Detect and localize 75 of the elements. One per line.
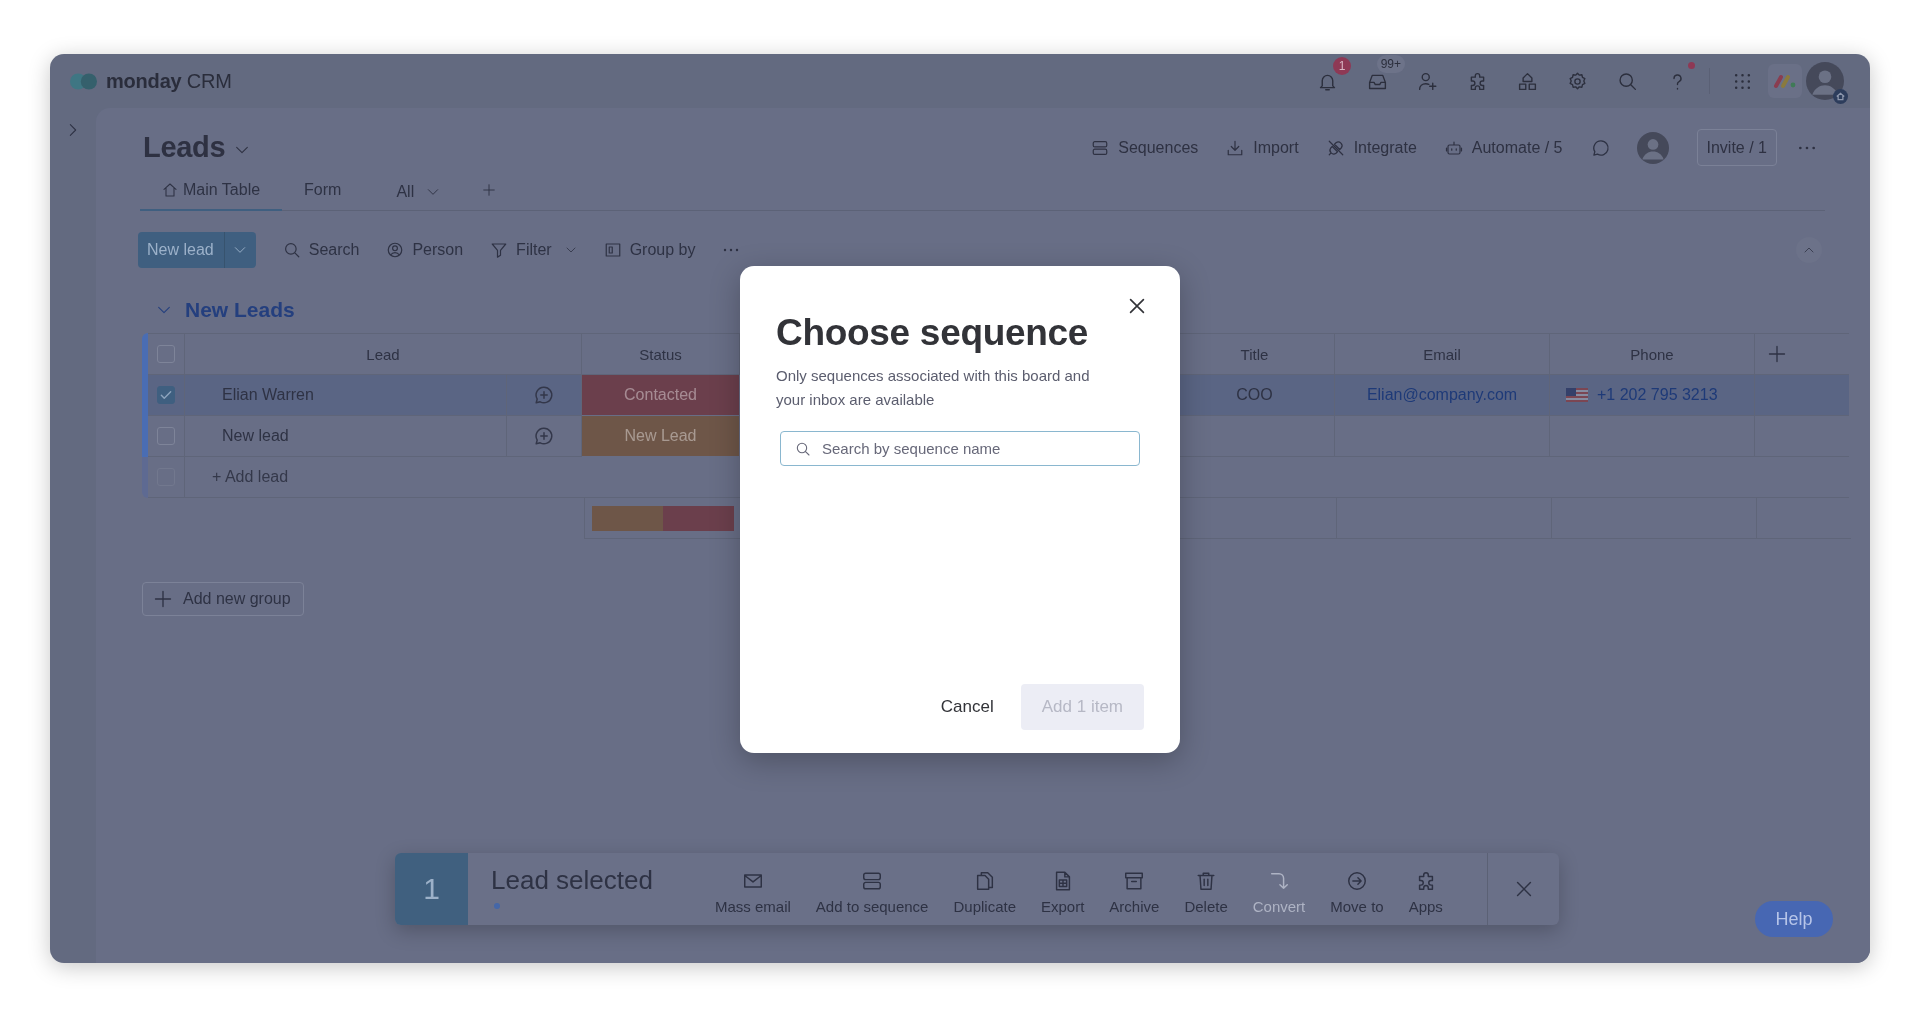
download-icon	[1226, 138, 1245, 157]
plug-icon	[1326, 138, 1345, 157]
status-summary-segment	[663, 505, 734, 531]
table-cell[interactable]: Elian Warren	[185, 375, 507, 416]
help-button[interactable]: Help	[1755, 901, 1833, 937]
status-label[interactable]: Contacted	[582, 375, 740, 416]
group-title[interactable]: New Leads	[185, 297, 295, 322]
search-icon	[795, 441, 811, 457]
view-dropdown[interactable]: All	[396, 170, 441, 210]
logo-mark-icon	[70, 72, 97, 90]
mass-email-button[interactable]: Mass email	[715, 863, 791, 915]
modal-title: Choose sequence	[776, 311, 1090, 355]
integrate-button[interactable]: Integrate	[1326, 138, 1417, 157]
logo-icon[interactable]	[1768, 64, 1802, 98]
table-cell[interactable]: New lead	[185, 416, 507, 457]
chat-bubble-icon[interactable]	[1590, 137, 1611, 158]
search-field[interactable]: Search by sequence name	[780, 431, 1140, 466]
export-button[interactable]: Export	[1041, 863, 1085, 915]
status-label[interactable]: New Lead	[582, 416, 740, 457]
modal-description: Only sequences associated with this board and your inbox are available	[776, 366, 1091, 410]
stacked-rows-icon	[1091, 138, 1110, 157]
product-logo-text: monday CRM	[106, 69, 232, 93]
dot-icon	[494, 903, 500, 909]
invite-button[interactable]: Invite / 1	[1696, 129, 1777, 166]
move-to-button[interactable]: Move to	[1330, 863, 1384, 915]
add-comment-icon[interactable]	[533, 425, 555, 447]
new-lead-button[interactable]: New lead	[138, 232, 224, 268]
group-by-button[interactable]: Group by	[603, 241, 696, 259]
search-button[interactable]: Search	[282, 241, 360, 259]
flag-icon	[1566, 388, 1588, 402]
add-comment-icon[interactable]	[533, 384, 555, 406]
plus-icon[interactable]	[482, 183, 497, 197]
plus-icon[interactable]	[1767, 344, 1787, 364]
stacked-rows-icon	[861, 869, 884, 892]
notification-badge: 99+	[1376, 55, 1405, 73]
shapes-icon[interactable]	[1516, 70, 1538, 92]
checkmark-icon	[159, 388, 173, 402]
status-summary-segment	[592, 505, 663, 531]
layout-icon	[603, 241, 622, 259]
user-avatar[interactable]	[1636, 131, 1669, 164]
add-to-sequence-button[interactable]: Add to sequence	[815, 863, 929, 915]
settings-icon[interactable]	[1566, 70, 1588, 92]
apps-button[interactable]: Apps	[1408, 863, 1443, 915]
delete-button[interactable]: Delete	[1184, 863, 1228, 915]
sequences-button[interactable]: Sequences	[1091, 138, 1199, 157]
add-lead-field[interactable]: + Add lead	[212, 465, 572, 489]
cancel-button[interactable]: Cancel	[924, 684, 1010, 730]
board-title[interactable]: Leads	[143, 131, 226, 164]
filter-icon	[490, 241, 509, 259]
search-icon	[282, 241, 301, 259]
new-lead-dropdown-button[interactable]	[223, 232, 256, 268]
selection-count: 1	[395, 853, 468, 925]
selection-label: Lead selected	[491, 865, 653, 895]
archive-button[interactable]: Archive	[1109, 863, 1160, 915]
search-icon[interactable]	[1616, 70, 1638, 92]
row-checkbox[interactable]	[157, 386, 175, 404]
notification-badge: 1	[1333, 57, 1351, 75]
archive-icon	[1123, 869, 1146, 892]
user-avatar[interactable]	[1806, 62, 1844, 100]
home-icon	[162, 181, 178, 198]
filter-button[interactable]: Filter	[490, 241, 577, 259]
plus-icon	[153, 589, 173, 609]
trash-icon	[1195, 869, 1218, 892]
view-tab[interactable]: Main Table	[140, 170, 283, 211]
add-person-icon[interactable]	[1416, 70, 1438, 92]
add-group-button[interactable]: Add new group	[142, 582, 304, 616]
import-button[interactable]: Import	[1226, 138, 1299, 157]
duplicate-button[interactable]: Duplicate	[953, 863, 1016, 915]
grid-menu-icon[interactable]	[1732, 71, 1752, 91]
phone-number[interactable]: +1 202 795 3213	[1597, 386, 1718, 404]
view-tab[interactable]: Form	[282, 170, 364, 211]
home-badge-icon	[1833, 89, 1848, 104]
email-link[interactable]: Elian@company.com	[1366, 386, 1518, 404]
person-filter-button[interactable]: Person	[386, 241, 464, 259]
automate-button[interactable]: Automate / 5	[1444, 138, 1563, 157]
